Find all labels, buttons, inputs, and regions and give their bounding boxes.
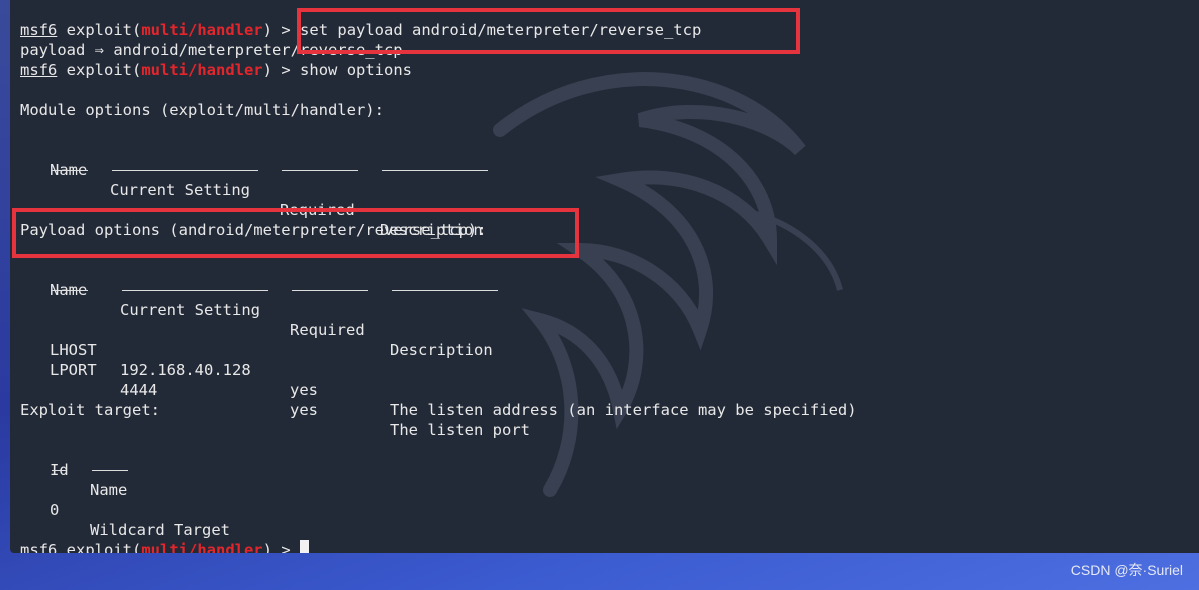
module-options-header: Name Current Setting Required Descriptio… (20, 140, 1199, 239)
paren-close: ) (262, 541, 272, 553)
payload-options-underline (20, 280, 1199, 300)
msf-label: msf6 (20, 21, 58, 39)
prompt-line-show: msf6 exploit(multi/handler) > show optio… (20, 60, 1199, 80)
underline (382, 170, 488, 171)
module-options-title: Module options (exploit/multi/handler): (20, 101, 384, 119)
underline (392, 290, 498, 291)
table-row: 0 Wildcard Target (20, 480, 1199, 539)
terminal-window[interactable]: msf6 exploit(multi/handler) > set payloa… (10, 0, 1199, 553)
prompt-arrow: > (281, 21, 291, 39)
target-underline (20, 460, 1199, 480)
module-name: multi/handler (141, 61, 263, 79)
watermark: CSDN @奈·Suriel (1070, 562, 1183, 578)
highlight-box-set-command (297, 8, 800, 54)
exploit-word: exploit( (66, 541, 142, 553)
underline (51, 170, 88, 171)
exploit-word: exploit( (66, 21, 142, 39)
prompt-line-current[interactable]: msf6 exploit(multi/handler) > (20, 540, 1199, 553)
underline (51, 290, 88, 291)
module-name: multi/handler (141, 541, 263, 553)
underline (92, 470, 128, 471)
prompt-arrow: > (281, 61, 291, 79)
msf-label: msf6 (20, 541, 58, 553)
module-name: multi/handler (141, 21, 263, 39)
highlight-box-payload-options (12, 208, 579, 258)
underline (52, 470, 66, 471)
paren-close: ) (262, 21, 272, 39)
underline (122, 290, 268, 291)
payload-options-header: Name Current Setting Required Descriptio… (20, 260, 1199, 359)
table-row: LHOST 192.168.40.128 yes The listen addr… (20, 320, 1199, 419)
paren-close: ) (262, 61, 272, 79)
underline (112, 170, 258, 171)
module-options-underline (20, 160, 1199, 180)
underline (292, 290, 368, 291)
msf-label: msf6 (20, 61, 58, 79)
underline (282, 170, 358, 171)
show-options-command: show options (300, 61, 413, 79)
exploit-word: exploit( (66, 61, 142, 79)
target-header: Id Name (20, 440, 1199, 499)
text-cursor[interactable] (300, 540, 310, 553)
prompt-arrow: > (281, 541, 291, 553)
exploit-target-title: Exploit target: (20, 401, 160, 419)
table-row: LPORT 4444 yes The listen port (20, 340, 1199, 439)
